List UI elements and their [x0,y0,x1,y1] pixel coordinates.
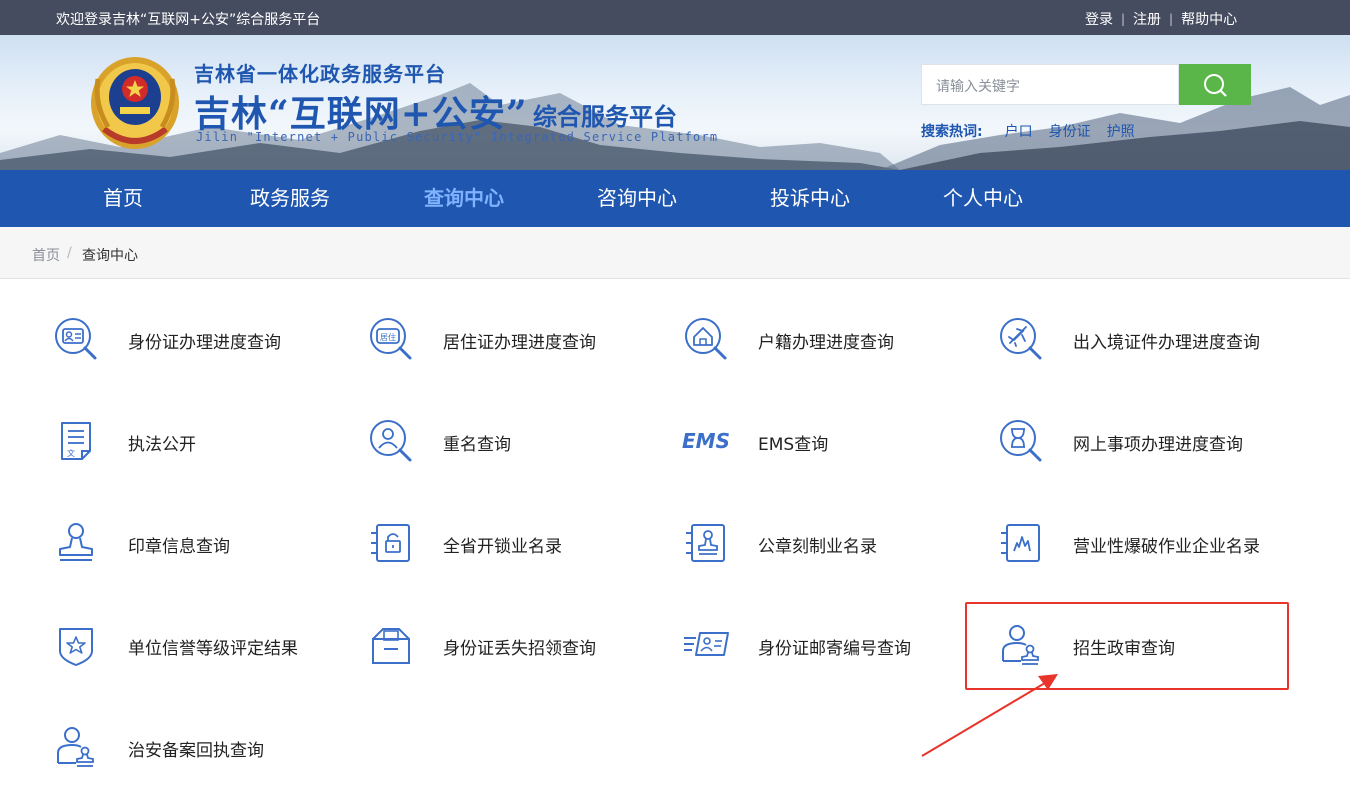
nav-home[interactable]: 首页 [80,170,166,227]
id-card-search-icon [55,318,97,360]
service-id-card-progress[interactable]: 身份证办理进度查询 [52,309,352,369]
svg-text:居住: 居住 [380,332,396,342]
breadcrumb-home[interactable]: 首页 [32,245,60,265]
nav-complaint-center[interactable]: 投诉中心 [760,170,860,227]
service-stamp-engraving-directory[interactable]: 公章刻制业名录 [682,513,982,573]
nav-government-services[interactable]: 政务服务 [240,170,340,227]
welcome-text: 欢迎登录吉林“互联网+公安”综合服务平台 [56,12,321,28]
service-exit-entry-progress[interactable]: 出入境证件办理进度查询 [997,309,1297,369]
explosion-list-icon [1001,524,1040,562]
person-search-icon [370,420,412,462]
annotation-arrow [921,674,1058,757]
platform-title-sub: 综合服务平台 [533,102,677,131]
platform-title-line1: 吉林省一体化政务服务平台 [194,62,446,86]
hot-search-label: 搜索热词: [921,124,983,140]
stamp-list-icon [686,524,725,562]
ems-icon: EMS [682,429,730,453]
hourglass-search-icon [1000,420,1042,462]
document-icon: 文 [61,422,91,460]
login-link[interactable]: 登录 [1085,9,1113,29]
residence-permit-search-icon: 居住 [370,318,412,360]
service-label: 治安备案回执查询 [128,741,264,761]
service-duplicate-name-query[interactable]: 重名查询 [367,411,667,471]
police-emblem-logo [91,57,179,149]
link-separator: | [1121,12,1126,26]
search-input[interactable]: 请输入关键字 [921,64,1179,105]
service-lost-id-card-found[interactable]: 身份证丢失招领查询 [367,615,667,675]
account-links: 登录 | 注册 | 帮助中心 [1085,9,1237,29]
link-separator: | [1169,12,1174,26]
service-label: 网上事项办理进度查询 [1073,435,1243,455]
nav-consultation-center[interactable]: 咨询中心 [587,170,687,227]
header-banner: 吉林省一体化政务服务平台 吉林“互联网+公安” 综合服务平台 Jilin "In… [0,35,1350,170]
hot-search-words: 搜索热词: 户口 身份证 护照 [921,121,1151,141]
service-label: EMS查询 [758,435,829,455]
nav-personal-center[interactable]: 个人中心 [933,170,1033,227]
breadcrumb-separator: / [67,245,72,261]
service-label: 营业性爆破作业企业名录 [1073,537,1260,557]
service-household-progress[interactable]: 户籍办理进度查询 [682,309,982,369]
hot-word[interactable]: 护照 [1107,121,1135,141]
household-search-icon [685,318,727,360]
service-label: 印章信息查询 [128,537,230,557]
seal-icon [59,523,93,561]
lost-found-box-icon [372,628,410,664]
search-button[interactable] [1179,64,1251,105]
service-label: 全省开锁业名录 [443,537,562,557]
main-nav: 首页 政务服务 查询中心 咨询中心 投诉中心 个人中心 [0,170,1350,227]
top-bar: 欢迎登录吉林“互联网+公安”综合服务平台 登录 | 注册 | 帮助中心 [0,0,1350,35]
hot-word[interactable]: 身份证 [1049,121,1091,141]
ems-icon-text: EMS [682,429,730,453]
service-blasting-enterprise-directory[interactable]: 营业性爆破作业企业名录 [997,513,1297,573]
breadcrumb-current: 查询中心 [82,248,138,264]
service-label: 户籍办理进度查询 [758,333,894,353]
service-unlocking-directory[interactable]: 全省开锁业名录 [367,513,667,573]
service-credit-rating-results[interactable]: 单位信誉等级评定结果 [52,615,352,675]
help-center-link[interactable]: 帮助中心 [1181,9,1237,29]
service-ems-query[interactable]: EMS EMS查询 [682,411,982,471]
service-law-enforcement-disclosure[interactable]: 文 执法公开 [52,411,352,471]
service-label: 身份证邮寄编号查询 [758,639,911,659]
service-residence-permit-progress[interactable]: 居住 居住证办理进度查询 [367,309,667,369]
nav-query-center[interactable]: 查询中心 [414,170,514,227]
service-label: 执法公开 [128,435,196,455]
search-icon [1204,73,1227,97]
id-card-mail-icon [684,632,729,656]
security-filing-icon [57,727,94,767]
service-label: 单位信誉等级评定结果 [128,639,298,659]
platform-title-english: Jilin "Internet + Public Security" Integ… [196,130,719,144]
service-security-filing-receipt[interactable]: 治安备案回执查询 [52,717,352,777]
service-label: 出入境证件办理进度查询 [1073,333,1260,353]
lock-list-icon [371,524,410,562]
airplane-search-icon [1000,318,1042,360]
hot-word[interactable]: 户口 [1005,121,1033,141]
service-label: 身份证丢失招领查询 [443,639,596,659]
svg-text:文: 文 [67,448,75,458]
breadcrumb: 首页 / 查询中心 [0,227,1350,279]
service-seal-info-query[interactable]: 印章信息查询 [52,513,352,573]
service-label: 居住证办理进度查询 [443,333,596,353]
star-shield-icon [59,628,93,666]
service-label: 身份证办理进度查询 [128,333,281,353]
register-link[interactable]: 注册 [1133,9,1161,29]
service-label: 公章刻制业名录 [758,537,877,557]
service-online-matters-progress[interactable]: 网上事项办理进度查询 [997,411,1297,471]
service-label: 重名查询 [443,435,511,455]
